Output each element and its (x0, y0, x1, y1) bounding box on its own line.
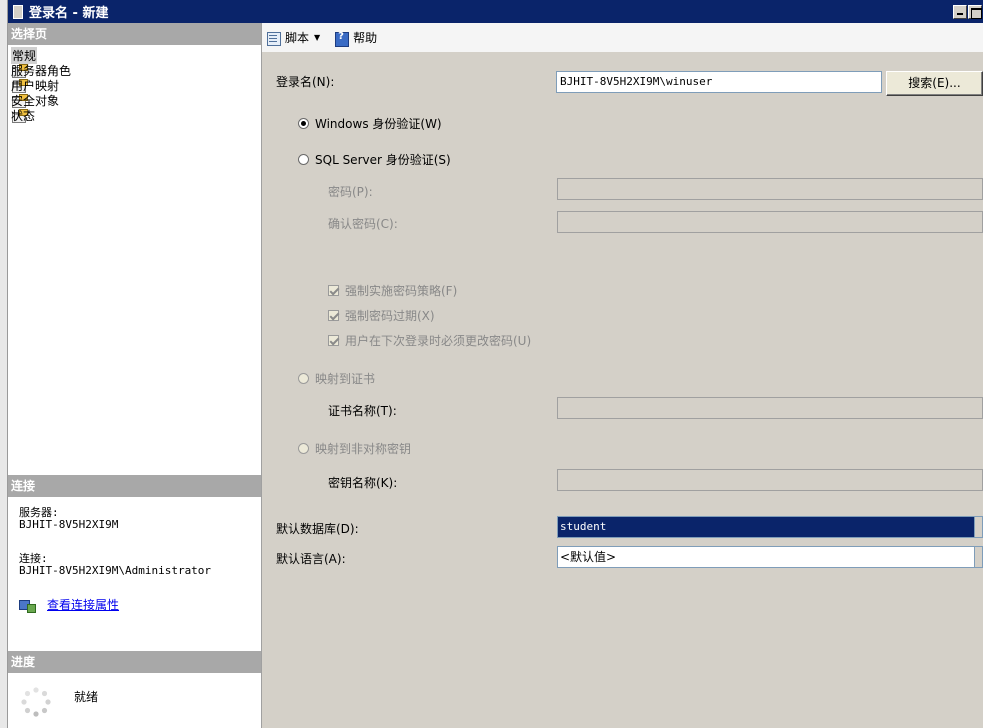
general-page-form: 登录名(N): BJHIT-8V5H2XI9M\winuser 搜索(E)...… (262, 53, 983, 728)
help-label: 帮助 (353, 31, 378, 45)
sql-auth-label: SQL Server 身份验证(S) (315, 153, 451, 167)
sql-auth-radio[interactable]: SQL Server 身份验证(S) (298, 151, 451, 168)
radio-icon (298, 154, 309, 165)
progress-section: 进度 就绪 (8, 651, 261, 718)
connection-section: 连接 服务器: BJHIT-8V5H2XI9M 连接: BJHIT-8V5H2X… (8, 475, 261, 613)
default-database-select[interactable]: student (557, 516, 983, 538)
confirm-password-input[interactable] (557, 211, 983, 233)
left-pane: 选择页 常规 服务器角色 用户映射 安全对象 状态 连接 服务器: BJHIT-… (8, 23, 262, 728)
chevron-down-icon[interactable]: ▼ (314, 33, 320, 42)
window-titlebar: 登录名 - 新建 (8, 0, 983, 23)
right-pane: 脚本 ▼ 帮助 登录名(N): BJHIT-8V5H2XI9M\winuser … (262, 23, 983, 728)
certificate-name-input[interactable] (557, 397, 983, 419)
script-icon (266, 31, 282, 46)
connection-properties-icon (19, 598, 36, 613)
page-item-label: 状态 (11, 109, 36, 123)
checkbox-checked-icon (328, 285, 339, 296)
minimize-button[interactable] (953, 4, 967, 19)
radio-selected-icon (298, 118, 309, 129)
script-button[interactable]: 脚本 ▼ (266, 29, 324, 46)
dropdown-arrow-icon[interactable] (974, 517, 982, 537)
key-name-label: 密钥名称(K): (328, 476, 398, 490)
windows-auth-radio[interactable]: Windows 身份验证(W) (298, 115, 442, 132)
login-name-input[interactable]: BJHIT-8V5H2XI9M\winuser (556, 71, 882, 93)
map-certificate-radio[interactable]: 映射到证书 (298, 370, 375, 387)
script-label: 脚本 (285, 31, 310, 45)
progress-spinner-icon (21, 687, 51, 717)
windows-auth-label: Windows 身份验证(W) (315, 117, 442, 131)
search-button[interactable]: 搜索(E)... (886, 71, 983, 96)
dropdown-arrow-icon[interactable] (974, 547, 982, 567)
checkbox-checked-icon (328, 310, 339, 321)
default-language-value: <默认值> (560, 550, 617, 564)
must-change-checkbox[interactable]: 用户在下次登录时必须更改密码(U) (328, 332, 531, 349)
confirm-password-label: 确认密码(C): (328, 217, 398, 231)
default-language-label: 默认语言(A): (276, 552, 346, 566)
toolbar: 脚本 ▼ 帮助 (262, 23, 983, 53)
background-window-edge (0, 0, 8, 728)
must-change-label: 用户在下次登录时必须更改密码(U) (345, 334, 532, 348)
enforce-policy-label: 强制实施密码策略(F) (345, 284, 458, 298)
connection-header: 连接 (8, 475, 261, 497)
radio-icon (298, 443, 309, 454)
enforce-policy-checkbox[interactable]: 强制实施密码策略(F) (328, 282, 457, 299)
login-name-label: 登录名(N): (276, 75, 335, 89)
page-item-user-mapping[interactable]: 用户映射 (11, 78, 261, 93)
key-name-input[interactable] (557, 469, 983, 491)
connection-value: BJHIT-8V5H2XI9M\Administrator (19, 564, 212, 577)
checkbox-checked-icon (328, 335, 339, 346)
window-title: 登录名 - 新建 (29, 6, 109, 21)
page-list: 常规 服务器角色 用户映射 安全对象 状态 (8, 45, 261, 123)
window-icon (13, 4, 23, 19)
page-item-status[interactable]: 状态 (11, 108, 261, 123)
radio-icon (298, 373, 309, 384)
default-database-label: 默认数据库(D): (276, 522, 359, 536)
server-value: BJHIT-8V5H2XI9M (19, 518, 119, 531)
select-page-header: 选择页 (8, 23, 261, 45)
help-icon (334, 31, 350, 47)
view-connection-properties[interactable]: 查看连接属性 (19, 598, 261, 613)
maximize-button[interactable] (968, 4, 982, 19)
map-certificate-label: 映射到证书 (315, 372, 376, 386)
enforce-expiration-checkbox[interactable]: 强制密码过期(X) (328, 307, 435, 324)
password-input[interactable] (557, 178, 983, 200)
default-database-value: student (558, 517, 974, 537)
help-button[interactable]: 帮助 (334, 29, 378, 47)
page-item-general[interactable]: 常规 (11, 47, 261, 64)
page-item-server-roles[interactable]: 服务器角色 (11, 63, 261, 78)
map-asymmetric-key-radio[interactable]: 映射到非对称密钥 (298, 440, 411, 457)
enforce-expiration-label: 强制密码过期(X) (345, 309, 435, 323)
view-connection-properties-link[interactable]: 查看连接属性 (47, 599, 119, 611)
map-asymmetric-key-label: 映射到非对称密钥 (315, 442, 412, 456)
default-language-select[interactable]: <默认值> (557, 546, 983, 568)
progress-status: 就绪 (74, 690, 99, 704)
progress-header: 进度 (8, 651, 261, 673)
page-item-securables[interactable]: 安全对象 (11, 93, 261, 108)
certificate-name-label: 证书名称(T): (328, 404, 397, 418)
password-label: 密码(P): (328, 185, 373, 199)
